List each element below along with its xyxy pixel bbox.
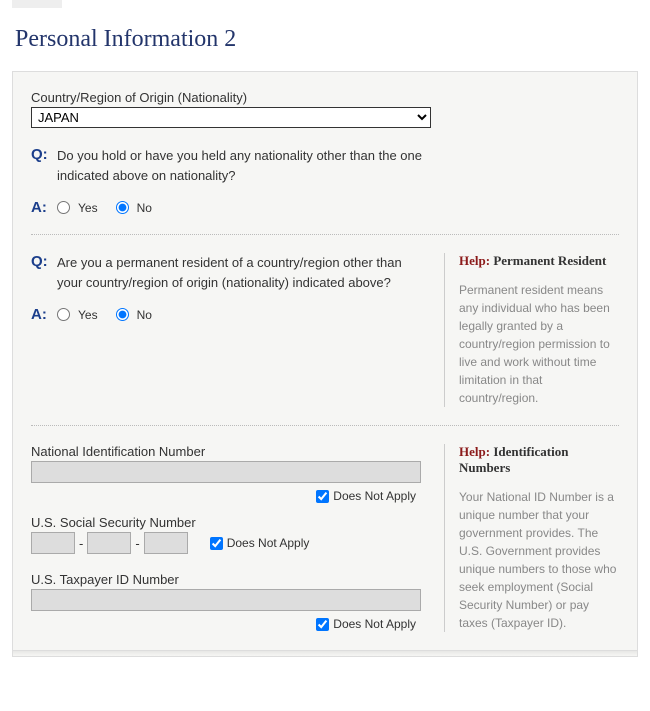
- page-title: Personal Information 2: [15, 26, 650, 53]
- q2-no-radio[interactable]: [116, 308, 129, 321]
- a-prefix: A:: [31, 199, 57, 216]
- q2-yes-radio[interactable]: [57, 308, 70, 321]
- q1-no-label: No: [137, 201, 152, 215]
- q1-yes-radio[interactable]: [57, 201, 70, 214]
- ssn-dash: -: [135, 536, 139, 551]
- q1-no-radio[interactable]: [116, 201, 129, 214]
- question-1: Q: Do you hold or have you held any nati…: [31, 146, 619, 216]
- ssn-input-1[interactable]: [31, 532, 75, 554]
- help-identification-numbers: Help: Identification Numbers Your Nation…: [444, 444, 619, 632]
- tin-dna-checkbox[interactable]: [316, 618, 329, 631]
- help-body: Permanent resident means any individual …: [459, 281, 619, 407]
- nationality-label: Country/Region of Origin (Nationality): [31, 90, 619, 105]
- help-topic: Permanent Resident: [493, 253, 606, 268]
- q-prefix: Q:: [31, 146, 57, 163]
- ssn-label: U.S. Social Security Number: [31, 515, 426, 530]
- nin-dna-checkbox[interactable]: [316, 490, 329, 503]
- top-decoration: [12, 0, 62, 8]
- ssn-dash: -: [79, 536, 83, 551]
- tin-dna-label: Does Not Apply: [333, 617, 416, 631]
- nin-input[interactable]: [31, 461, 421, 483]
- help-label: Help:: [459, 444, 490, 459]
- question-2-text: Are you a permanent resident of a countr…: [57, 253, 426, 292]
- nin-label: National Identification Number: [31, 444, 426, 459]
- nationality-select[interactable]: JAPAN: [31, 107, 431, 128]
- form-container: Country/Region of Origin (Nationality) J…: [12, 71, 638, 651]
- ssn-dna-label: Does Not Apply: [227, 536, 310, 550]
- ssn-dna-checkbox[interactable]: [210, 537, 223, 550]
- tin-input[interactable]: [31, 589, 421, 611]
- help-label: Help:: [459, 253, 490, 268]
- ssn-input-3[interactable]: [144, 532, 188, 554]
- tin-label: U.S. Taxpayer ID Number: [31, 572, 426, 587]
- help-body: Your National ID Number is a unique numb…: [459, 488, 619, 632]
- q-prefix: Q:: [31, 253, 57, 270]
- question-1-text: Do you hold or have you held any nationa…: [57, 146, 447, 185]
- q2-no-label: No: [137, 308, 152, 322]
- a-prefix: A:: [31, 306, 57, 323]
- q1-yes-label: Yes: [78, 201, 98, 215]
- nin-dna-label: Does Not Apply: [333, 489, 416, 503]
- q2-yes-label: Yes: [78, 308, 98, 322]
- ssn-input-2[interactable]: [87, 532, 131, 554]
- bottom-shadow: [12, 651, 638, 657]
- help-permanent-resident: Help: Permanent Resident Permanent resid…: [444, 253, 619, 407]
- question-2: Q: Are you a permanent resident of a cou…: [31, 253, 426, 292]
